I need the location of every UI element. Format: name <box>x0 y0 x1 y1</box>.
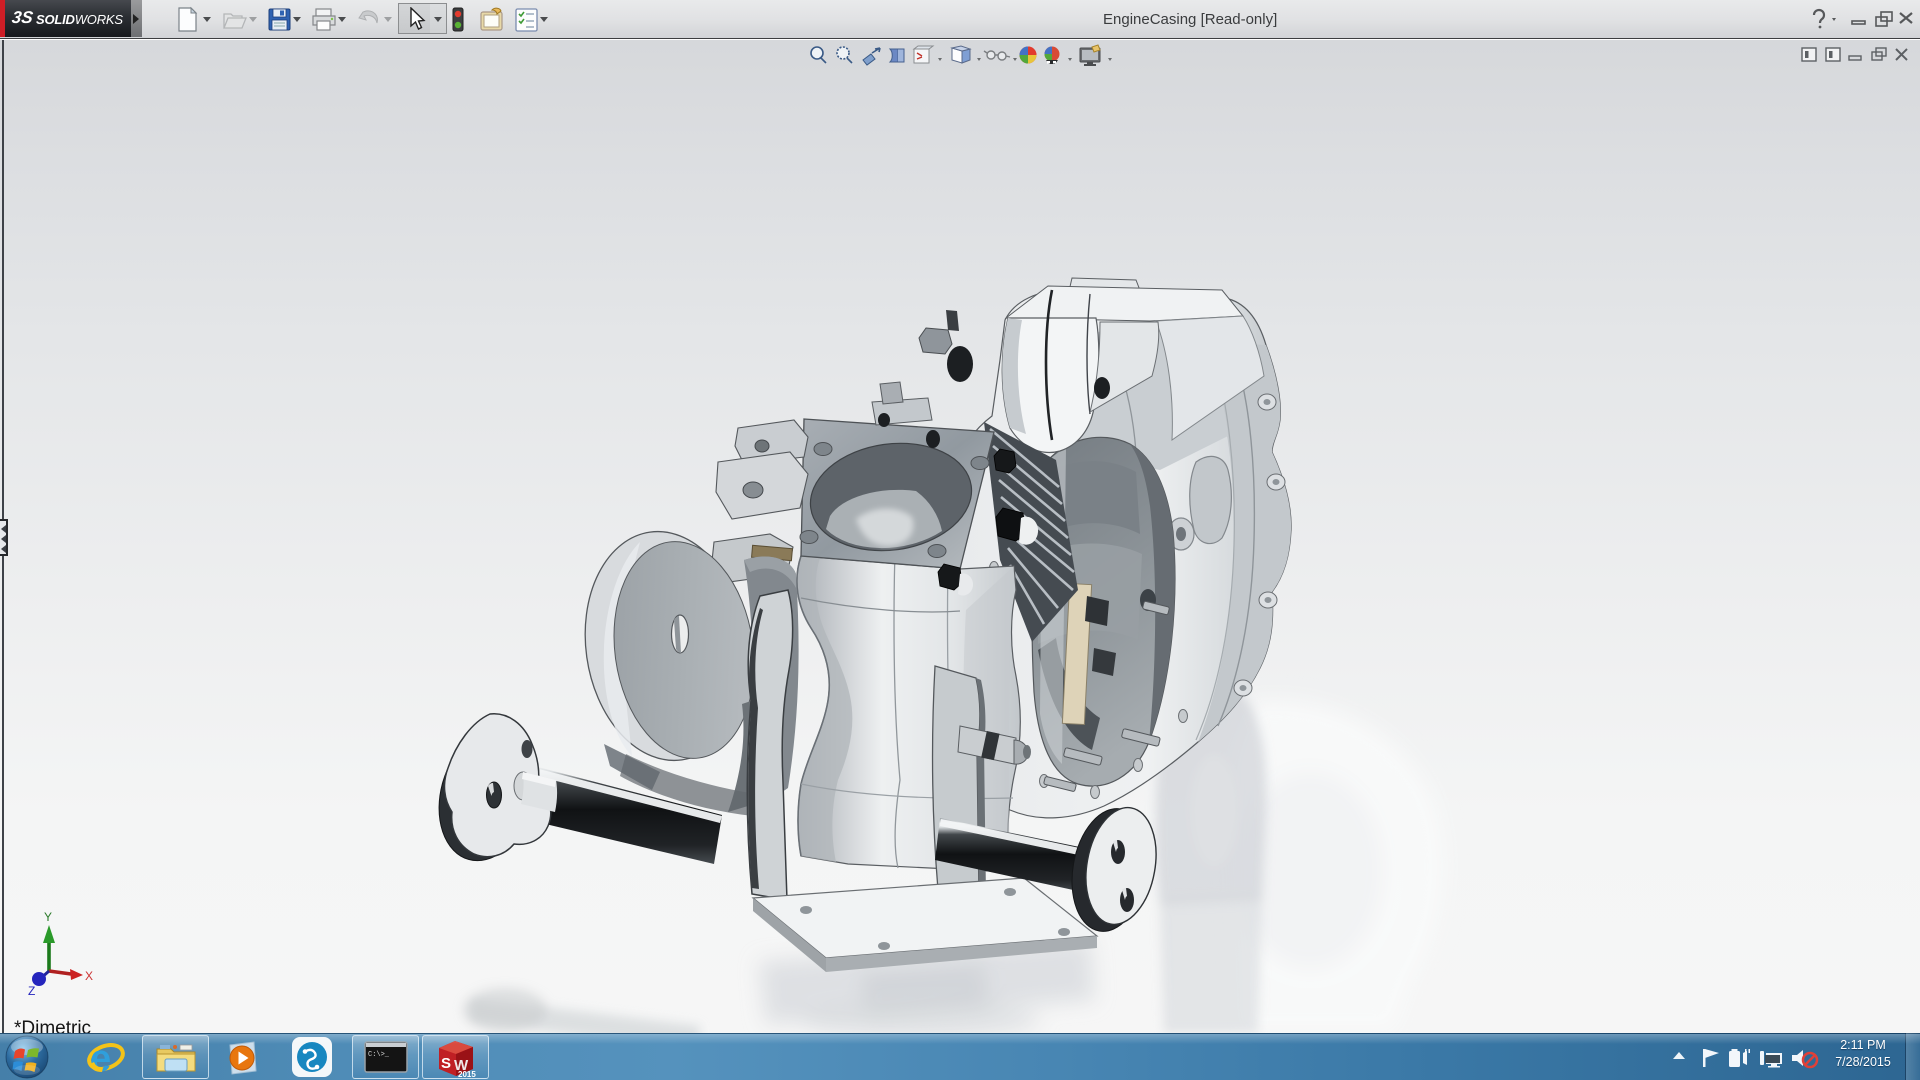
svg-text:S: S <box>441 1055 451 1072</box>
svg-text:C:\>_: C:\>_ <box>368 1051 390 1059</box>
svg-text:Z: Z <box>28 984 35 998</box>
svg-text:Y: Y <box>44 910 52 924</box>
svg-text:2015: 2015 <box>458 1070 476 1078</box>
svg-text:X: X <box>85 969 93 983</box>
